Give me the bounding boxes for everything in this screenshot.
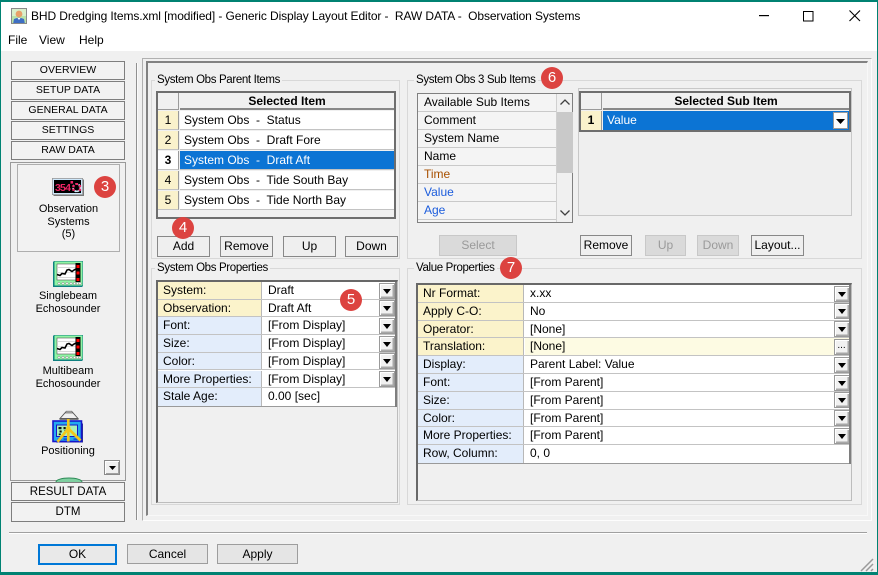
svg-text:354: 354 xyxy=(55,182,71,194)
